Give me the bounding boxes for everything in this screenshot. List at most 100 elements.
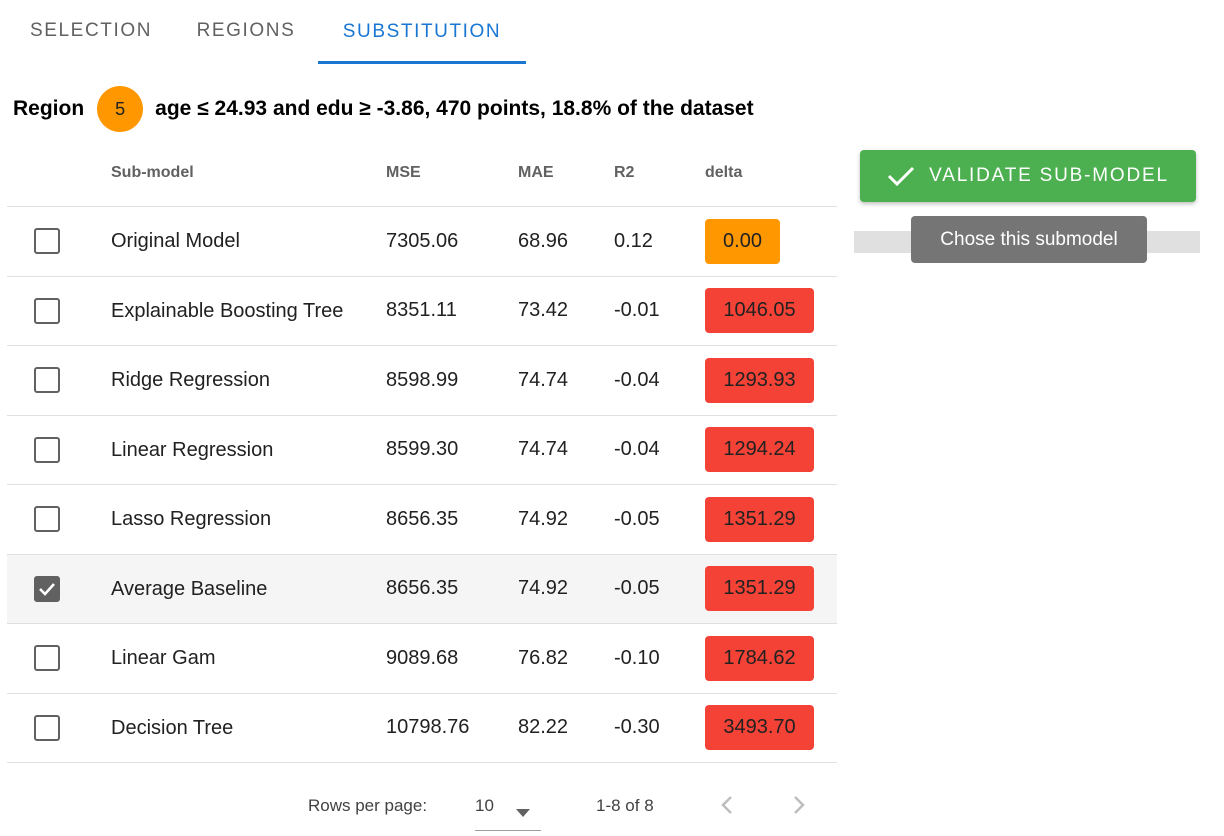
- row-mae: 74.74: [518, 368, 569, 391]
- row-delta-chip: 1351.29: [705, 496, 814, 542]
- row-checkbox[interactable]: [34, 645, 60, 672]
- row-submodel-name: Ridge Regression: [111, 369, 270, 392]
- row-submodel-name: Average Baseline: [111, 577, 268, 600]
- row-mae: 82.22: [518, 716, 569, 739]
- row-delta-chip: 1784.62: [705, 635, 814, 681]
- header-submodel: Sub-model: [111, 164, 194, 181]
- row-r2: -0.01: [614, 299, 660, 322]
- region-description: age ≤ 24.93 and edu ≥ -3.86, 470 points,…: [155, 97, 754, 120]
- row-mse: 8598.99: [386, 368, 459, 391]
- tab-regions[interactable]: REGIONS: [182, 0, 310, 62]
- row-mse: 8656.35: [386, 507, 459, 530]
- row-mse: 10798.76: [386, 716, 470, 739]
- row-submodel-name: Original Model: [111, 230, 240, 253]
- row-r2: -0.05: [614, 577, 660, 600]
- tab-bar: SELECTION REGIONS SUBSTITUTION: [0, 0, 526, 64]
- rows-per-page-label: Rows per page:: [308, 796, 428, 815]
- row-mae: 76.82: [518, 646, 569, 669]
- row-checkbox-cell: [7, 714, 111, 741]
- row-checkbox[interactable]: [34, 575, 60, 602]
- row-submodel-name: Explainable Boosting Tree: [111, 299, 344, 322]
- row-delta-chip: 1293.93: [705, 357, 814, 403]
- row-r2: 0.12: [614, 229, 653, 252]
- table-row[interactable]: Lasso Regression 8656.35 74.92 -0.05 135…: [7, 485, 837, 555]
- table-row[interactable]: Average Baseline 8656.35 74.92 -0.05 135…: [7, 554, 837, 624]
- row-checkbox-cell: [7, 506, 111, 533]
- row-checkbox-cell: [7, 645, 111, 672]
- row-mse: 8656.35: [386, 577, 459, 600]
- row-mae: 73.42: [518, 299, 569, 322]
- row-submodel-name: Linear Regression: [111, 438, 274, 461]
- table-row[interactable]: Linear Regression 8599.30 74.74 -0.04 12…: [7, 416, 837, 485]
- header-mae: MAE: [518, 164, 554, 181]
- row-r2: -0.30: [614, 716, 660, 739]
- row-delta-cell: 1294.24: [705, 427, 837, 473]
- table-row[interactable]: Decision Tree 10798.76 82.22 -0.30 3493.…: [7, 694, 837, 763]
- row-r2: -0.05: [614, 507, 660, 530]
- row-delta-chip: 0.00: [705, 218, 780, 264]
- row-checkbox-cell: [7, 297, 111, 324]
- region-label: Region: [13, 97, 85, 120]
- header-r2: R2: [614, 164, 635, 181]
- row-mae: 74.92: [518, 507, 569, 530]
- table-body: Original Model 7305.06 68.96 0.12 0.00 E…: [7, 207, 837, 763]
- region-header: Region 5 age ≤ 24.93 and edu ≥ -3.86, 47…: [13, 86, 754, 132]
- pagination-range: 1-8 of 8: [596, 796, 654, 815]
- row-delta-cell: 1046.05: [705, 288, 837, 334]
- caret-down-icon: [515, 803, 531, 823]
- row-delta-chip: 1046.05: [705, 288, 814, 334]
- row-checkbox-cell: [7, 228, 111, 255]
- rows-per-page-value: 10: [475, 796, 494, 815]
- row-submodel-name: Decision Tree: [111, 716, 234, 739]
- chevron-left-icon[interactable]: [718, 794, 736, 821]
- row-r2: -0.10: [614, 646, 660, 669]
- row-mse: 9089.68: [386, 646, 459, 669]
- row-checkbox-cell: [7, 367, 111, 394]
- header-mse: MSE: [386, 164, 421, 181]
- submodel-table: Sub-model MSE MAE R2 delta Original Mode…: [7, 140, 837, 763]
- row-checkbox[interactable]: [34, 714, 60, 741]
- header-delta: delta: [705, 164, 743, 181]
- rows-per-page-select[interactable]: 10: [475, 788, 541, 831]
- row-r2: -0.04: [614, 368, 660, 391]
- row-mse: 8351.11: [386, 299, 457, 322]
- table-row[interactable]: Ridge Regression 8598.99 74.74 -0.04 129…: [7, 346, 837, 416]
- row-checkbox[interactable]: [34, 297, 60, 324]
- validate-submodel-label: VALIDATE SUB-MODEL: [929, 165, 1169, 186]
- row-delta-chip: 1351.29: [705, 566, 814, 612]
- row-delta-cell: 1351.29: [705, 566, 837, 612]
- row-mse: 7305.06: [386, 229, 459, 252]
- table-row[interactable]: Original Model 7305.06 68.96 0.12 0.00: [7, 207, 837, 277]
- row-checkbox[interactable]: [34, 436, 60, 463]
- region-number-badge: 5: [97, 86, 144, 132]
- row-mae: 74.74: [518, 438, 569, 461]
- row-delta-cell: 3493.70: [705, 705, 837, 751]
- row-checkbox[interactable]: [34, 367, 60, 394]
- row-checkbox[interactable]: [34, 506, 60, 533]
- row-r2: -0.04: [614, 438, 660, 461]
- row-checkbox-cell: [7, 575, 111, 602]
- tab-substitution[interactable]: SUBSTITUTION: [318, 0, 526, 64]
- row-submodel-name: Lasso Regression: [111, 508, 272, 531]
- check-icon: [887, 165, 915, 187]
- row-checkbox-cell: [7, 436, 111, 463]
- table-header: Sub-model MSE MAE R2 delta: [7, 140, 837, 207]
- row-submodel-name: Linear Gam: [111, 647, 216, 670]
- row-delta-chip: 3493.70: [705, 705, 814, 751]
- chevron-right-icon[interactable]: [790, 794, 808, 821]
- row-mae: 74.92: [518, 577, 569, 600]
- tab-selection[interactable]: SELECTION: [0, 0, 182, 62]
- check-icon: [39, 582, 55, 596]
- row-mae: 68.96: [518, 229, 569, 252]
- row-mse: 8599.30: [386, 438, 459, 461]
- row-delta-cell: 1351.29: [705, 496, 837, 542]
- row-delta-cell: 1293.93: [705, 357, 837, 403]
- validate-submodel-button[interactable]: VALIDATE SUB-MODEL: [860, 150, 1196, 202]
- row-delta-cell: 1784.62: [705, 635, 837, 681]
- row-checkbox[interactable]: [34, 228, 60, 255]
- row-delta-cell: 0.00: [705, 218, 837, 264]
- table-row[interactable]: Explainable Boosting Tree 8351.11 73.42 …: [7, 277, 837, 346]
- table-pagination: Rows per page: 10 1-8 of 8: [0, 770, 840, 836]
- table-row[interactable]: Linear Gam 9089.68 76.82 -0.10 1784.62: [7, 624, 837, 694]
- row-delta-chip: 1294.24: [705, 427, 814, 473]
